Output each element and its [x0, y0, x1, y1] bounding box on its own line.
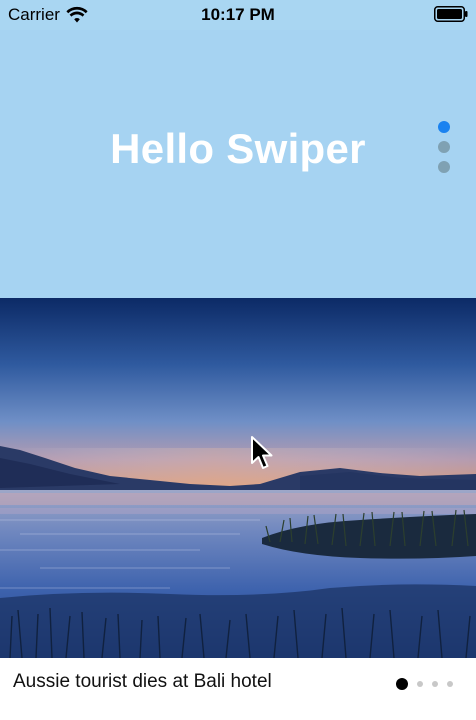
hero-title: Hello Swiper	[110, 125, 366, 172]
vertical-pagination	[438, 121, 452, 173]
horizontal-pagination	[396, 678, 453, 690]
header-swiper-slide[interactable]: Hello Swiper	[0, 30, 476, 298]
pagination-bullet[interactable]	[432, 681, 438, 687]
battery-icon	[434, 6, 468, 22]
lake-photo	[0, 298, 476, 658]
pagination-bullet-active[interactable]	[396, 678, 408, 690]
slide-caption: Aussie tourist dies at Bali hotel	[13, 671, 272, 692]
caption-bar: Aussie tourist dies at Bali hotel	[0, 658, 476, 720]
status-bar: Carrier 10:17 PM	[0, 0, 476, 30]
pagination-bullet[interactable]	[438, 141, 450, 153]
image-swiper-slide[interactable]	[0, 298, 476, 658]
pagination-bullet[interactable]	[417, 681, 423, 687]
pagination-bullet-active[interactable]	[438, 121, 450, 133]
status-time: 10:17 PM	[201, 5, 275, 24]
pagination-bullet[interactable]	[447, 681, 453, 687]
pagination-bullet[interactable]	[438, 161, 450, 173]
cursor-arrow-icon	[251, 436, 273, 469]
